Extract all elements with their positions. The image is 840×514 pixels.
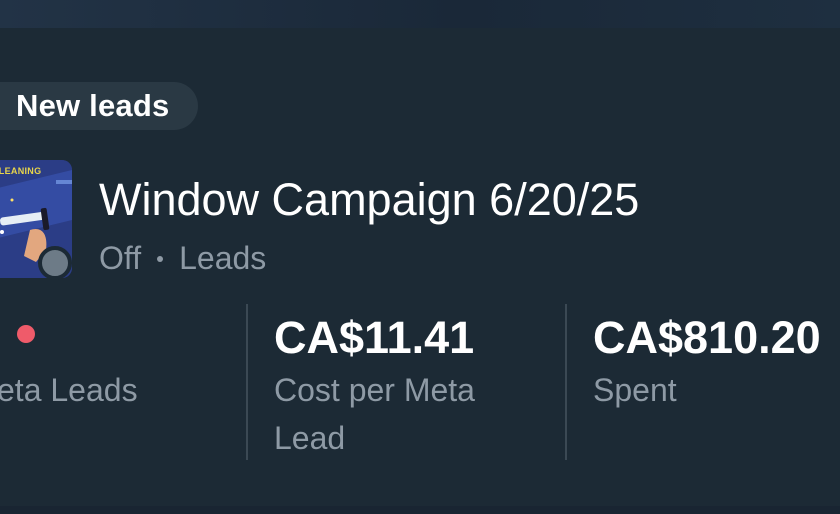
campaign-status-indicator <box>38 246 72 280</box>
thumbnail-caption: CLEANING <box>0 166 42 176</box>
amount-spent-value: CA$810.20 <box>593 312 821 363</box>
separator-dot <box>157 255 164 262</box>
amount-spent-label: Spent <box>593 372 677 408</box>
cost-per-lead-value: CA$11.41 <box>274 312 475 363</box>
cost-per-lead-label-line-2: Lead <box>274 420 346 456</box>
bottom-background-strip <box>0 506 840 514</box>
new-leads-badge[interactable]: New leads <box>0 82 198 130</box>
top-background-strip <box>0 0 840 28</box>
new-leads-label: New leads <box>16 88 170 123</box>
meta-leads-label: eta Leads <box>0 372 138 408</box>
campaign-title[interactable]: Window Campaign 6/20/25 <box>99 174 639 226</box>
metric-divider-1 <box>246 304 248 460</box>
cost-per-lead-label-line-1: Cost per Meta <box>274 372 475 408</box>
meta-leads-indicator-dot <box>17 325 35 343</box>
campaign-subtitle: Off Leads <box>99 240 266 277</box>
campaign-objective-text: Leads <box>179 240 267 276</box>
campaign-status-text: Off <box>99 240 142 276</box>
metric-divider-2 <box>565 304 567 460</box>
